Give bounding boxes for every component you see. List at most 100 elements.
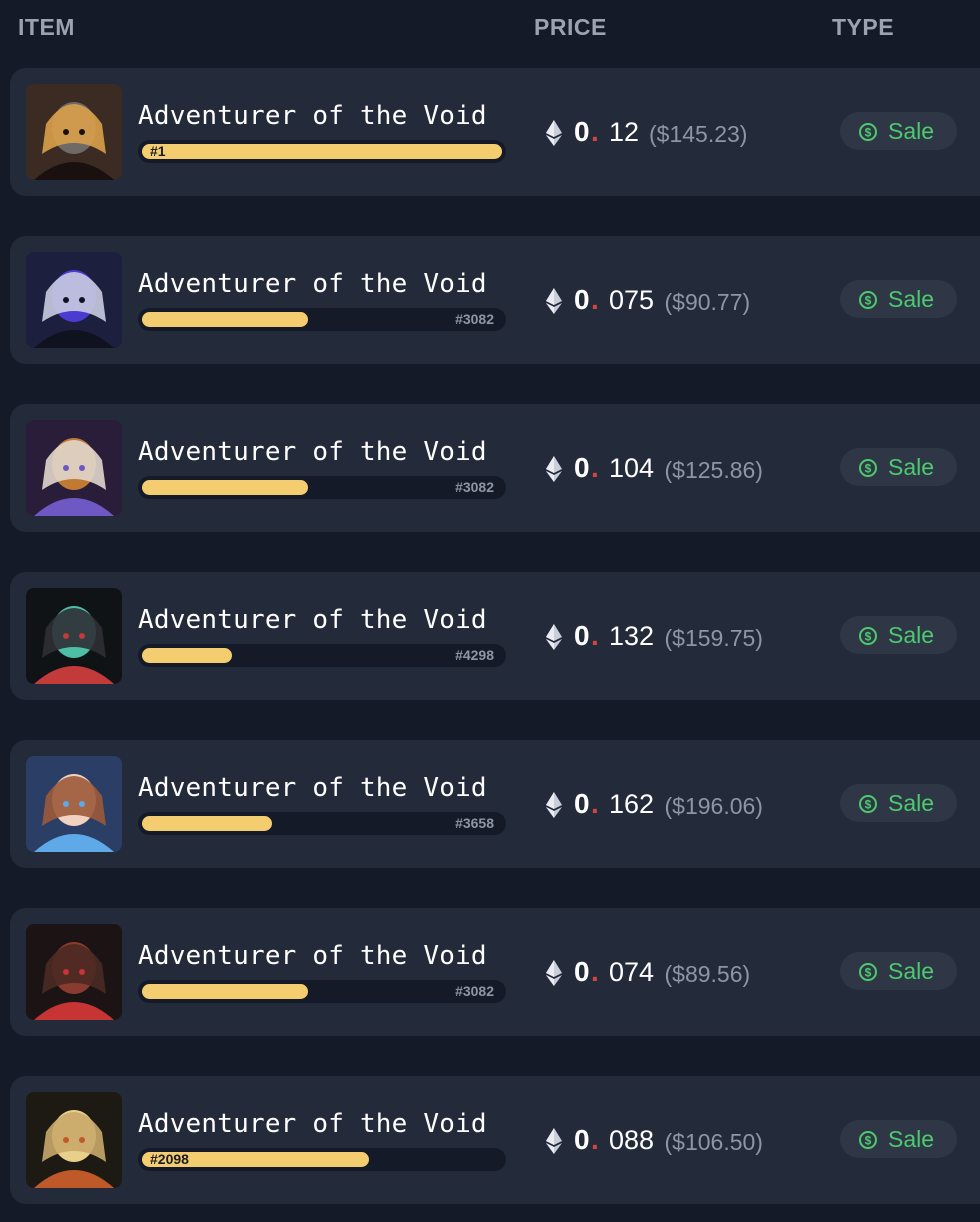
rank-bar: #3082: [138, 308, 506, 331]
item-thumbnail[interactable]: [26, 84, 122, 180]
type-badge[interactable]: $ Sale: [840, 952, 957, 990]
listing-row[interactable]: Adventurer of the Void #4298 0 . 132 ($1…: [10, 572, 980, 700]
price-integer: 0: [574, 116, 590, 147]
item-thumbnail[interactable]: [26, 1092, 122, 1188]
item-thumbnail[interactable]: [26, 924, 122, 1020]
dollar-circle-icon: $: [858, 626, 878, 650]
price-decimal-dot: .: [591, 956, 599, 987]
rank-number: #3082: [455, 479, 494, 495]
item-thumbnail[interactable]: [26, 420, 122, 516]
rank-bar-fill: [142, 312, 308, 327]
listing-row[interactable]: Adventurer of the Void #1 0 . 12 ($145.2…: [10, 68, 980, 196]
item-name[interactable]: Adventurer of the Void: [138, 1109, 487, 1139]
svg-text:$: $: [865, 798, 872, 812]
dollar-circle-icon: $: [858, 1130, 878, 1154]
column-header-type[interactable]: TYPE: [832, 14, 894, 41]
price-decimal-dot: .: [591, 452, 599, 483]
type-badge[interactable]: $ Sale: [840, 280, 957, 318]
svg-text:$: $: [865, 966, 872, 980]
listing-row[interactable]: Adventurer of the Void #3082 0 . 104 ($1…: [10, 404, 980, 532]
ethereum-icon: [545, 456, 563, 486]
item-thumbnail[interactable]: [26, 588, 122, 684]
item-name[interactable]: Adventurer of the Void: [138, 269, 487, 299]
price-integer: 0: [574, 620, 590, 651]
svg-text:$: $: [865, 630, 872, 644]
ethereum-icon: [545, 288, 563, 318]
price-usd: ($145.23): [649, 121, 748, 147]
rank-bar-fill: [142, 984, 308, 999]
item-name[interactable]: Adventurer of the Void: [138, 773, 487, 803]
rank-number: #1: [150, 143, 166, 159]
rank-bar: #4298: [138, 644, 506, 667]
listing-row[interactable]: Adventurer of the Void #2098 0 . 088 ($1…: [10, 1076, 980, 1204]
dollar-circle-icon: $: [858, 794, 878, 818]
ethereum-icon: [545, 792, 563, 822]
ethereum-icon: [545, 1128, 563, 1158]
type-badge[interactable]: $ Sale: [840, 1120, 957, 1158]
ethereum-icon: [545, 624, 563, 654]
price-decimal-dot: .: [591, 788, 599, 819]
rank-bar: #3082: [138, 476, 506, 499]
dollar-circle-icon: $: [858, 962, 878, 986]
svg-text:$: $: [865, 1134, 872, 1148]
ethereum-icon: [545, 960, 563, 990]
rank-number: #3658: [455, 815, 494, 831]
type-label: Sale: [888, 1126, 935, 1152]
rank-number: #3082: [455, 983, 494, 999]
price-usd: ($125.86): [664, 457, 763, 483]
price-fraction: 074: [609, 957, 655, 987]
svg-text:$: $: [865, 126, 872, 140]
price-fraction: 088: [609, 1125, 655, 1155]
rank-bar-fill: [142, 816, 272, 831]
price-usd: ($106.50): [664, 1129, 763, 1155]
svg-text:$: $: [865, 462, 872, 476]
listing-row[interactable]: Adventurer of the Void #3658 0 . 162 ($1…: [10, 740, 980, 868]
item-name[interactable]: Adventurer of the Void: [138, 437, 487, 467]
price-decimal-dot: .: [591, 620, 599, 651]
item-name[interactable]: Adventurer of the Void: [138, 941, 487, 971]
price-integer: 0: [574, 956, 590, 987]
rank-number: #3082: [455, 311, 494, 327]
rank-bar: #3082: [138, 980, 506, 1003]
column-header-price[interactable]: PRICE: [534, 14, 607, 41]
rank-number: #4298: [455, 647, 494, 663]
column-header-item[interactable]: ITEM: [18, 14, 75, 41]
type-label: Sale: [888, 958, 935, 984]
dollar-circle-icon: $: [858, 458, 878, 482]
item-name[interactable]: Adventurer of the Void: [138, 605, 487, 635]
price-fraction: 12: [609, 117, 640, 147]
price-decimal-dot: .: [591, 1124, 599, 1155]
item-thumbnail[interactable]: [26, 252, 122, 348]
rank-bar-fill: [142, 480, 308, 495]
listing-row[interactable]: Adventurer of the Void #3082 0 . 075 ($9…: [10, 236, 980, 364]
type-label: Sale: [888, 454, 935, 480]
rank-bar: #2098: [138, 1148, 506, 1171]
price-integer: 0: [574, 1124, 590, 1155]
price-fraction: 132: [609, 621, 655, 651]
rank-bar-fill: [142, 144, 502, 159]
svg-text:$: $: [865, 294, 872, 308]
price-integer: 0: [574, 788, 590, 819]
type-label: Sale: [888, 118, 935, 144]
type-badge[interactable]: $ Sale: [840, 448, 957, 486]
rank-bar-fill: [142, 648, 232, 663]
rank-bar: #3658: [138, 812, 506, 835]
price-fraction: 104: [609, 453, 655, 483]
listing-row[interactable]: Adventurer of the Void #3082 0 . 074 ($8…: [10, 908, 980, 1036]
price-fraction: 162: [609, 789, 655, 819]
price-integer: 0: [574, 284, 590, 315]
rank-bar: #1: [138, 140, 506, 163]
type-label: Sale: [888, 286, 935, 312]
ethereum-icon: [545, 120, 563, 150]
type-badge[interactable]: $ Sale: [840, 112, 957, 150]
type-badge[interactable]: $ Sale: [840, 616, 957, 654]
price-decimal-dot: .: [591, 116, 599, 147]
price-fraction: 075: [609, 285, 655, 315]
type-badge[interactable]: $ Sale: [840, 784, 957, 822]
type-label: Sale: [888, 622, 935, 648]
item-thumbnail[interactable]: [26, 756, 122, 852]
price-decimal-dot: .: [591, 284, 599, 315]
item-name[interactable]: Adventurer of the Void: [138, 101, 487, 131]
dollar-circle-icon: $: [858, 122, 878, 146]
price-integer: 0: [574, 452, 590, 483]
